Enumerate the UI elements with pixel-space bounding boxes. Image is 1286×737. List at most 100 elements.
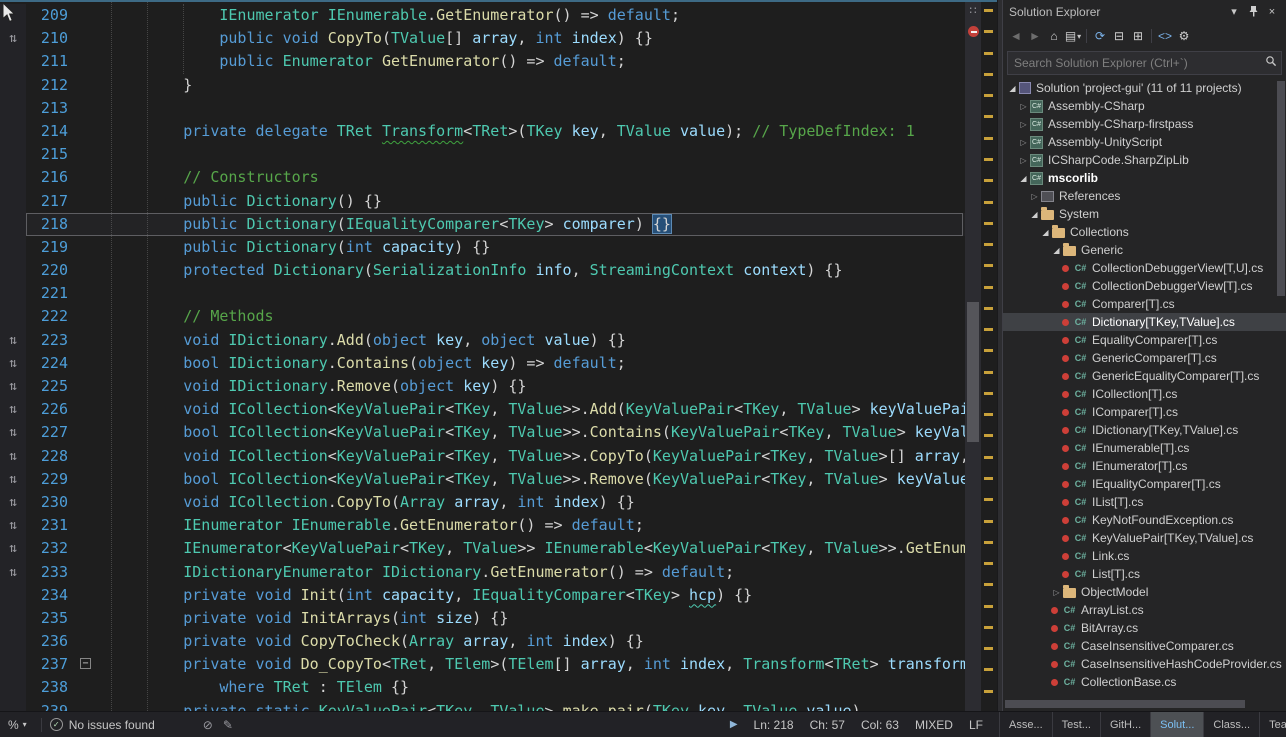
tree-item[interactable]: ◢Generic [1003, 241, 1286, 259]
fold-margin[interactable] [78, 398, 96, 421]
glyph-margin[interactable]: ⇅ [0, 537, 26, 560]
tree-item[interactable]: ◢Solution 'project-gui' (11 of 11 projec… [1003, 79, 1286, 97]
line-number[interactable]: 218 [26, 213, 78, 236]
expand-arrow-icon[interactable]: ▷ [1029, 192, 1040, 201]
zoom-control[interactable]: % ▾ [8, 718, 27, 732]
tool-tab[interactable]: Tea... [1260, 712, 1286, 737]
tree-item[interactable]: C#IComparer[T].cs [1003, 403, 1286, 421]
line-number[interactable]: 232 [26, 537, 78, 560]
code-line[interactable]: 220 protected Dictionary(SerializationIn… [0, 259, 997, 282]
line-number[interactable]: 233 [26, 561, 78, 584]
line-number[interactable]: 209 [26, 4, 78, 27]
code-line[interactable]: 219 public Dictionary(int capacity) {} [0, 236, 997, 259]
line-number[interactable]: 216 [26, 166, 78, 189]
glyph-margin[interactable] [0, 282, 26, 305]
line-number[interactable]: 224 [26, 352, 78, 375]
expand-arrow-icon[interactable]: ▷ [1018, 120, 1029, 129]
fold-margin[interactable] [78, 305, 96, 328]
view-code-icon[interactable]: <> [1156, 27, 1174, 45]
expand-arrow-icon[interactable]: ▷ [1051, 588, 1062, 597]
line-number[interactable]: 215 [26, 143, 78, 166]
fold-margin[interactable] [78, 74, 96, 97]
line-number[interactable]: 214 [26, 120, 78, 143]
glyph-margin[interactable] [0, 305, 26, 328]
code-line[interactable]: ⇅223 void IDictionary.Add(object key, ob… [0, 329, 997, 352]
pin-icon[interactable] [1245, 4, 1261, 20]
tree-item[interactable]: C#ICollection[T].cs [1003, 385, 1286, 403]
tree-item[interactable]: C#List[T].cs [1003, 565, 1286, 583]
tree-horizontal-scrollbar[interactable] [1005, 700, 1245, 708]
code-line[interactable]: ⇅224 bool IDictionary.Contains(object ke… [0, 352, 997, 375]
fold-margin[interactable] [78, 700, 96, 711]
glyph-margin[interactable] [0, 607, 26, 630]
line-number[interactable]: 237 [26, 653, 78, 676]
glyph-margin[interactable] [0, 74, 26, 97]
tree-item[interactable]: C#CaseInsensitiveComparer.cs [1003, 637, 1286, 655]
tree-item[interactable]: C#IDictionary[TKey,TValue].cs [1003, 421, 1286, 439]
tool-tab[interactable]: Class... [1204, 712, 1260, 737]
fold-margin[interactable] [78, 375, 96, 398]
tree-item[interactable]: C#CollectionDebuggerView[T].cs [1003, 277, 1286, 295]
glyph-margin[interactable]: ⇅ [0, 329, 26, 352]
code-line[interactable]: 216 // Constructors [0, 166, 997, 189]
search-icon[interactable] [1265, 54, 1277, 72]
line-number[interactable]: 231 [26, 514, 78, 537]
code-line[interactable]: ⇅230 void ICollection.CopyTo(Array array… [0, 491, 997, 514]
line-number[interactable]: 223 [26, 329, 78, 352]
fold-margin[interactable] [78, 259, 96, 282]
fold-margin[interactable] [78, 491, 96, 514]
tree-vertical-scrollbar[interactable] [1277, 81, 1285, 296]
fold-margin[interactable] [78, 329, 96, 352]
expand-arrow-icon[interactable]: ▷ [1018, 102, 1029, 111]
tree-item[interactable]: C#ArrayList.cs [1003, 601, 1286, 619]
zoom-chevron-icon[interactable]: ▾ [23, 720, 27, 729]
code-line[interactable]: ⇅228 void ICollection<KeyValuePair<TKey,… [0, 445, 997, 468]
fold-margin[interactable] [78, 50, 96, 73]
glyph-margin[interactable] [0, 676, 26, 699]
code-editor[interactable]: 209 IEnumerator IEnumerable.GetEnumerato… [0, 0, 997, 711]
show-all-files-icon[interactable]: ⊞ [1129, 27, 1147, 45]
tree-item[interactable]: ▷C#Assembly-CSharp [1003, 97, 1286, 115]
fold-margin[interactable] [78, 166, 96, 189]
line-number[interactable]: 225 [26, 375, 78, 398]
tree-item[interactable]: C#KeyValuePair[TKey,TValue].cs [1003, 529, 1286, 547]
close-icon[interactable]: × [1264, 4, 1280, 20]
expand-arrow-icon[interactable]: ◢ [1007, 84, 1018, 93]
tree-item[interactable]: C#Comparer[T].cs [1003, 295, 1286, 313]
code-line[interactable]: 235 private void InitArrays(int size) {} [0, 607, 997, 630]
glyph-margin[interactable] [0, 259, 26, 282]
tool-tab[interactable]: Asse... [1000, 712, 1053, 737]
code-line[interactable]: 237− private void Do_CopyTo<TRet, TElem>… [0, 653, 997, 676]
tree-item[interactable]: C#BitArray.cs [1003, 619, 1286, 637]
scroll-right-icon[interactable]: ▶ [730, 719, 738, 730]
tree-item[interactable]: C#GenericEqualityComparer[T].cs [1003, 367, 1286, 385]
solution-explorer-titlebar[interactable]: Solution Explorer ▾ × [1003, 0, 1286, 23]
tree-item[interactable]: ▷ObjectModel [1003, 583, 1286, 601]
code-line[interactable]: 215 [0, 143, 997, 166]
fold-margin[interactable] [78, 120, 96, 143]
code-line[interactable]: 218 public Dictionary(IEqualityComparer<… [0, 213, 997, 236]
glyph-margin[interactable]: ⇅ [0, 27, 26, 50]
expand-arrow-icon[interactable]: ◢ [1029, 210, 1040, 219]
fold-margin[interactable] [78, 421, 96, 444]
search-box[interactable] [1007, 51, 1282, 75]
fold-margin[interactable] [78, 514, 96, 537]
line-number[interactable]: 230 [26, 491, 78, 514]
expand-arrow-icon[interactable]: ◢ [1051, 246, 1062, 255]
tree-item[interactable]: C#Dictionary[TKey,TValue].cs [1003, 313, 1286, 331]
errors-filter-icon[interactable]: ⊘ [203, 718, 213, 732]
tree-item[interactable]: ▷C#ICSharpCode.SharpZipLib [1003, 151, 1286, 169]
fold-margin[interactable] [78, 630, 96, 653]
glyph-margin[interactable]: ⇅ [0, 468, 26, 491]
fold-collapse-icon[interactable]: − [80, 658, 91, 669]
line-number[interactable]: 211 [26, 50, 78, 73]
glyph-margin[interactable]: ⇅ [0, 352, 26, 375]
edit-icon[interactable]: ✎ [223, 718, 233, 732]
line-number[interactable]: 220 [26, 259, 78, 282]
glyph-margin[interactable]: ⇅ [0, 398, 26, 421]
expand-arrow-icon[interactable]: ◢ [1018, 174, 1029, 183]
tree-item[interactable]: C#IEnumerator[T].cs [1003, 457, 1286, 475]
tree-item[interactable]: C#IEnumerable[T].cs [1003, 439, 1286, 457]
line-number[interactable]: 212 [26, 74, 78, 97]
forward-icon[interactable]: ► [1026, 27, 1044, 45]
